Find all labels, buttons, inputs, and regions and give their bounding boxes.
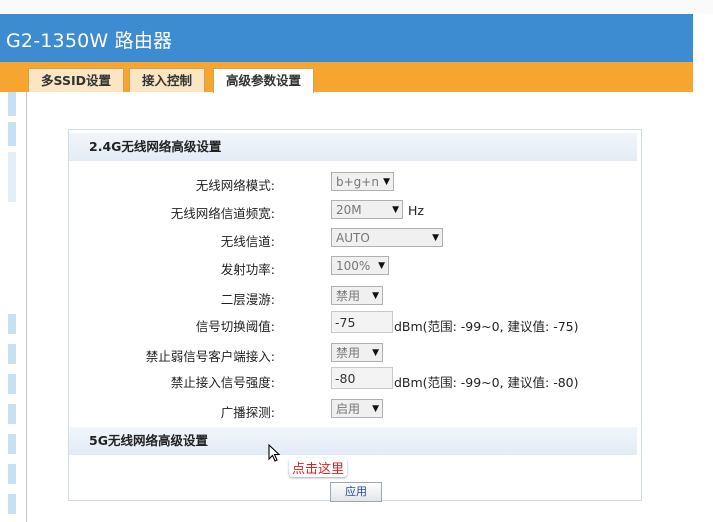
tab-bar: 多SSID设置 接入控制 高级参数设置 [0,62,693,93]
dropdown-arrow-icon: ▼ [372,404,379,414]
row-label: 禁止弱信号客户端接入: [145,349,275,364]
dropdown-arrow-icon: ▼ [378,261,385,271]
row-wireless-channel: 无线信道: AUTO ▼ [69,225,641,251]
row-broadcast-probe: 广播探测: 启用 ▼ [69,396,641,422]
row-label: 二层漫游: [220,292,275,307]
tab-access-control[interactable]: 接入控制 [129,68,206,92]
tx-power-select[interactable]: 100% ▼ [331,256,389,275]
apply-button[interactable]: 应用 [330,482,382,502]
row-label: 广播探测: [220,405,275,420]
dropdown-arrow-icon: ▼ [383,177,390,187]
tab-multi-ssid[interactable]: 多SSID设置 [28,68,124,92]
left-sidebar [0,92,26,522]
dropdown-arrow-icon: ▼ [372,291,379,301]
header-bar: G2-1350W 路由器 [0,14,693,62]
sidebar-strip [8,404,16,424]
page-title: G2-1350W 路由器 [6,30,173,52]
sidebar-strip [8,122,16,146]
select-value: 禁用 [336,289,361,303]
wireless-channel-select[interactable]: AUTO ▼ [331,228,443,247]
row-wireless-mode: 无线网络模式: b+g+n ▼ [69,169,641,195]
select-value: b+g+n [336,175,379,189]
dropdown-arrow-icon: ▼ [392,205,399,215]
section-title-5g: 5G无线网络高级设置 [69,427,637,455]
dropdown-arrow-icon: ▼ [432,233,439,243]
row-block-signal-strength: 禁止接入信号强度: -80 dBm(范围: -99~0, 建议值: -80) [69,366,641,392]
tab-advanced-settings[interactable]: 高级参数设置 [213,68,315,93]
sidebar-strip [8,374,16,394]
select-value: AUTO [336,231,370,245]
threshold-range-hint: dBm(范围: -99~0, 建议值: -75) [394,319,579,334]
settings-panel: 2.4G无线网络高级设置 无线网络模式: b+g+n ▼ 无线网络信道频宽: 20… [68,129,642,502]
row-l2-roaming: 二层漫游: 禁用 ▼ [69,283,641,309]
row-label: 无线网络模式: [195,178,275,193]
signal-range-hint: dBm(范围: -99~0, 建议值: -80) [394,375,579,390]
sidebar-strip [8,92,16,116]
sidebar-strip [8,152,16,202]
select-value: 20M [336,203,362,217]
row-label: 无线信道: [220,234,275,249]
top-strip [0,0,713,14]
block-signal-strength-input[interactable]: -80 [331,367,393,389]
sidebar-strip [8,344,16,364]
row-label: 无线网络信道频宽: [170,206,275,221]
row-block-weak-clients: 禁止弱信号客户端接入: 禁用 ▼ [69,340,641,366]
switch-threshold-input[interactable]: -75 [331,311,393,333]
right-margin [693,14,713,522]
select-value: 启用 [336,402,361,416]
row-label: 禁止接入信号强度: [170,375,275,390]
unit-hz: Hz [408,203,424,218]
l2-roaming-select[interactable]: 禁用 ▼ [331,286,383,305]
sidebar-strip [8,464,16,484]
sidebar-strip [8,434,16,454]
sidebar-strip [8,314,16,334]
channel-width-select[interactable]: 20M ▼ [331,200,403,219]
click-here-annotation: 点击这里 [289,458,348,477]
content-divider [26,92,27,522]
row-tx-power: 发射功率: 100% ▼ [69,253,641,279]
tab-bar-left-edge [0,62,26,92]
row-channel-width: 无线网络信道频宽: 20M ▼ Hz [69,197,641,223]
mouse-cursor-icon [268,444,281,462]
row-label: 发射功率: [220,262,275,277]
select-value: 100% [336,259,371,273]
row-label: 信号切换阈值: [195,319,275,334]
block-weak-clients-select[interactable]: 禁用 ▼ [331,343,383,362]
broadcast-probe-select[interactable]: 启用 ▼ [331,399,383,418]
section-title-24g: 2.4G无线网络高级设置 [69,133,637,161]
wireless-mode-select[interactable]: b+g+n ▼ [331,172,394,191]
dropdown-arrow-icon: ▼ [372,348,379,358]
sidebar-strip [8,494,16,514]
select-value: 禁用 [336,346,361,360]
row-switch-threshold: 信号切换阈值: -75 dBm(范围: -99~0, 建议值: -75) [69,310,641,336]
